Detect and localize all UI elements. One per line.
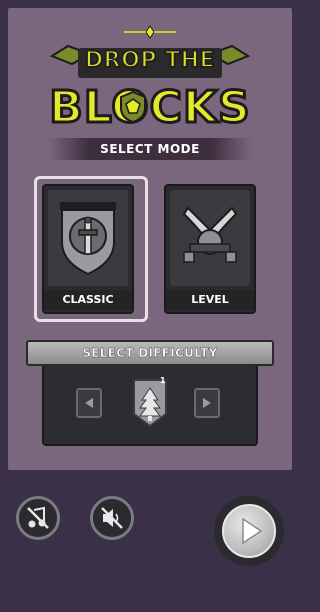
sword-shield-icon — [60, 202, 116, 276]
level-card-art — [170, 190, 250, 286]
classic-mode-label: CLASSIC — [44, 290, 132, 310]
logo-shield-icon — [120, 90, 146, 124]
music-toggle-button[interactable] — [16, 496, 60, 540]
difficulty-badge — [126, 376, 174, 430]
sound-muted-icon — [101, 507, 123, 529]
mode-card-classic[interactable]: CLASSIC — [42, 184, 134, 314]
difficulty-prev-button[interactable] — [76, 388, 102, 418]
arrow-left-icon — [85, 398, 93, 408]
logo-title-line1: DROP THE — [84, 47, 216, 74]
music-muted-icon — [27, 506, 49, 529]
play-icon — [242, 517, 263, 545]
sound-toggle-button[interactable] — [90, 496, 134, 540]
pine-tree-icon — [133, 379, 167, 428]
mode-card-level[interactable]: LEVEL — [164, 184, 256, 314]
play-button-face — [222, 504, 276, 558]
arrow-right-icon — [203, 398, 211, 408]
play-button[interactable] — [214, 496, 284, 566]
difficulty-level-number: 1 — [160, 376, 166, 385]
classic-card-art — [48, 190, 128, 286]
select-mode-heading: SELECT MODE — [48, 138, 252, 160]
select-difficulty-heading: SELECT DIFFICULTY — [26, 340, 274, 366]
game-logo: DROP THE BLOCKS — [0, 18, 300, 135]
crossed-swords-icon — [182, 206, 238, 263]
difficulty-next-button[interactable] — [194, 388, 220, 418]
logo-title-line2: BLOCKS — [48, 81, 252, 135]
level-mode-label: LEVEL — [166, 290, 254, 310]
